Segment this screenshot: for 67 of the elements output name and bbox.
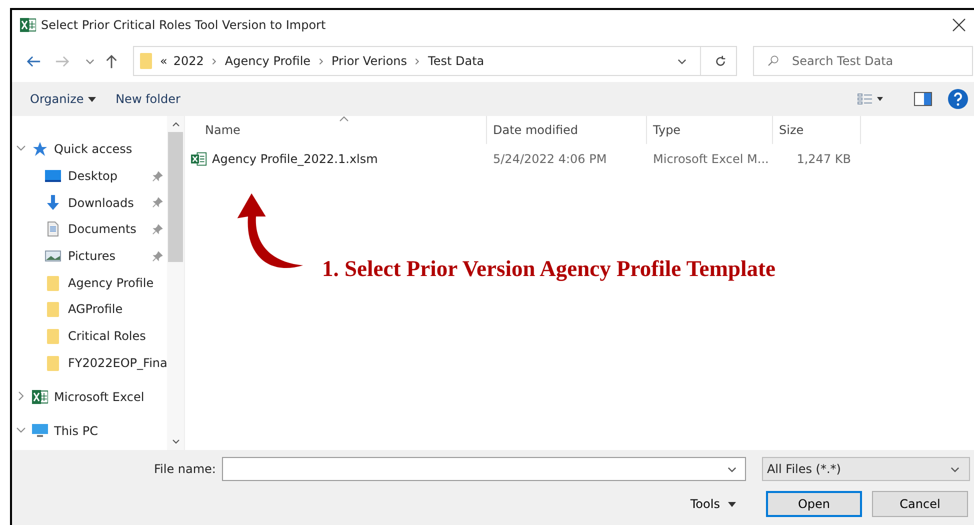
document-icon xyxy=(45,221,61,238)
chevron-down-icon[interactable] xyxy=(16,143,26,154)
tools-button[interactable]: Tools xyxy=(680,496,746,512)
column-header[interactable]: Name xyxy=(185,116,487,144)
chevron-right-icon xyxy=(210,56,219,66)
computer-icon xyxy=(32,423,48,440)
nav-item[interactable]: Documents xyxy=(12,216,167,243)
table-cell-text: Microsoft Excel M... xyxy=(652,152,770,166)
down-arrow-icon xyxy=(45,194,61,211)
scrollbar[interactable] xyxy=(167,116,184,450)
refresh-icon[interactable] xyxy=(713,54,728,68)
window-title: Select Prior Critical Roles Tool Version to Import xyxy=(41,18,326,32)
overflow-chevrons[interactable]: « xyxy=(160,54,168,68)
preview-pane-icon[interactable] xyxy=(914,92,932,106)
column-header[interactable]: Date modified xyxy=(487,116,647,144)
file-row[interactable]: Agency Profile_2022.1.xlsm 5/24/2022 4:06 PM Microsoft Excel M... 1,247 KB xyxy=(185,148,974,170)
file-name-field[interactable] xyxy=(222,457,746,481)
search-icon xyxy=(767,55,779,67)
star-icon xyxy=(32,141,48,158)
nav-item[interactable]: FY2022EOP_Fina xyxy=(12,350,167,376)
folder-icon xyxy=(45,354,61,371)
breadcrumb-item[interactable]: Prior Verions xyxy=(332,54,408,68)
folder-icon xyxy=(45,301,61,318)
close-icon xyxy=(952,18,966,32)
nav-item[interactable]: Microsoft Excel xyxy=(12,384,167,410)
nav-item[interactable]: This PC xyxy=(12,418,167,444)
picture-icon xyxy=(45,248,61,264)
table-cell-text: 5/24/2022 4:06 PM xyxy=(492,152,608,166)
column-header[interactable]: Size xyxy=(773,116,861,144)
folder-icon xyxy=(138,53,154,69)
table-cell-text: 1,247 KB xyxy=(796,152,852,166)
nav-item[interactable]: Quick access xyxy=(12,136,167,163)
breadcrumb-item[interactable]: Test Data xyxy=(428,54,484,68)
dropdown-arrow-icon xyxy=(88,97,96,102)
chevron-right-icon[interactable] xyxy=(16,391,26,402)
chevron-right-icon xyxy=(316,56,326,66)
nav-item[interactable]: Critical Roles xyxy=(12,322,167,350)
nav-item[interactable]: Pictures xyxy=(12,242,167,270)
nav-item[interactable]: Agency Profile xyxy=(12,269,167,296)
file-type-dropdown[interactable]: All Files (*.*) xyxy=(762,457,970,481)
dropdown-arrow-icon xyxy=(728,502,736,508)
folder-icon xyxy=(45,274,61,291)
organize-button[interactable]: Organize xyxy=(28,90,98,108)
cancel-button[interactable]: Cancel xyxy=(872,491,968,517)
nav-item[interactable]: AGProfile xyxy=(12,296,167,323)
up-arrow-icon[interactable] xyxy=(104,54,119,68)
nav-item[interactable]: Downloads xyxy=(12,189,167,216)
file-name-label: File name: xyxy=(154,462,216,476)
help-icon[interactable] xyxy=(948,89,968,109)
sort-caret-icon xyxy=(339,116,349,122)
excel-file-icon xyxy=(191,151,207,167)
chevron-down-icon[interactable] xyxy=(16,425,26,436)
column-header[interactable]: Type xyxy=(647,116,773,144)
breadcrumb-item[interactable]: Agency Profile xyxy=(224,54,311,68)
file-name: Agency Profile_2022.1.xlsm xyxy=(212,152,378,166)
excel-icon xyxy=(32,389,48,406)
nav-item[interactable]: Desktop xyxy=(12,162,167,190)
folder-icon xyxy=(45,328,61,344)
annotation-text: 1. Select Prior Version Agency Profile Template xyxy=(322,256,776,282)
new-folder-button[interactable]: New folder xyxy=(114,90,182,108)
back-arrow-icon[interactable] xyxy=(26,54,41,68)
monitor-icon xyxy=(45,168,61,184)
excel-icon xyxy=(20,17,36,33)
breadcrumb-item[interactable]: 2022 xyxy=(173,54,204,68)
search-field[interactable]: Search Test Data xyxy=(753,46,973,76)
open-button[interactable]: Open xyxy=(766,491,862,517)
address-bar[interactable]: « 2022 Agency Profile Prior Verions Test Data xyxy=(133,46,737,76)
